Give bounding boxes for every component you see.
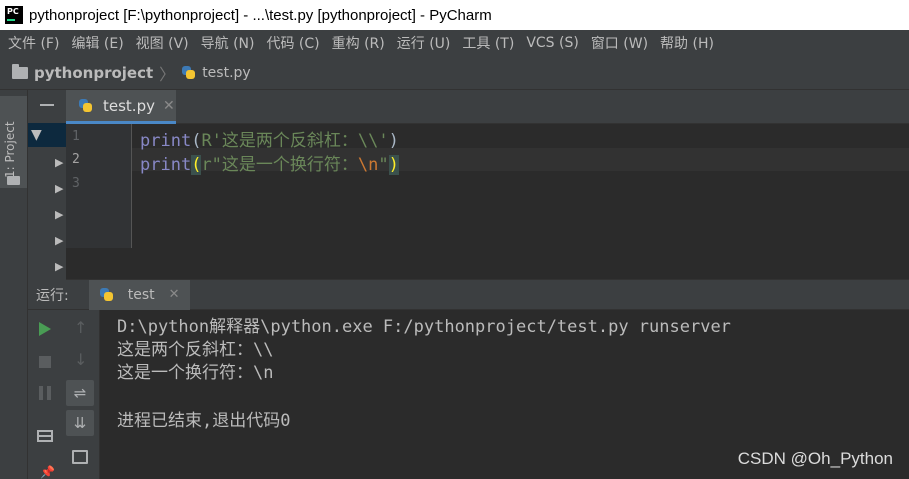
- collapsed-arrow-icon[interactable]: ▶: [55, 260, 63, 273]
- menu-refactor[interactable]: 重构 (R): [326, 33, 391, 53]
- collapsed-arrow-icon[interactable]: ▶: [55, 182, 63, 195]
- expand-arrow-icon[interactable]: ▼: [31, 127, 42, 143]
- scroll-to-end-icon[interactable]: ⇊: [66, 410, 94, 436]
- line-number: 3: [72, 176, 80, 191]
- pycharm-logo-icon: PC: [5, 6, 23, 24]
- window-title: pythonproject [F:\pythonproject] - ...\t…: [29, 6, 492, 24]
- close-icon[interactable]: ✕: [163, 98, 175, 114]
- menu-bar: 文件 (F) 编辑 (E) 视图 (V) 导航 (N) 代码 (C) 重构 (R…: [0, 30, 909, 56]
- collapsed-arrow-icon[interactable]: ▶: [55, 208, 63, 221]
- console-line: D:\python解释器\python.exe F:/pythonproject…: [117, 317, 731, 337]
- line-number: 1: [72, 129, 80, 144]
- minimize-icon[interactable]: [40, 104, 54, 106]
- left-tool-strip: 1: Project: [0, 90, 28, 479]
- code-line-1[interactable]: print(R'这是两个反斜杠：\\'): [140, 126, 399, 151]
- pin-icon[interactable]: 📌: [40, 465, 55, 479]
- menu-tools[interactable]: 工具 (T): [456, 33, 520, 53]
- editor-tab-bar: test.py ✕: [66, 90, 909, 124]
- console-line: 这是两个反斜杠：\\: [117, 340, 274, 360]
- code-line-2[interactable]: print(r"这是一个换行符：\n"): [140, 150, 399, 175]
- chevron-right-icon: 〉: [159, 64, 176, 84]
- menu-vcs[interactable]: VCS (S): [520, 35, 585, 51]
- python-file-icon: [78, 98, 93, 113]
- watermark: CSDN @Oh_Python: [737, 449, 893, 468]
- menu-view[interactable]: 视图 (V): [130, 33, 195, 53]
- window-titlebar: PC pythonproject [F:\pythonproject] - ..…: [0, 0, 909, 30]
- run-tab-label: test: [127, 286, 155, 303]
- menu-run[interactable]: 运行 (U): [391, 33, 457, 53]
- stop-icon[interactable]: [39, 356, 51, 368]
- close-icon[interactable]: ✕: [169, 287, 180, 302]
- project-tool-tab-label: 1: Project: [3, 121, 17, 178]
- folder-icon: [7, 176, 20, 185]
- line-number: 2: [72, 152, 80, 167]
- arrow-up-icon[interactable]: ↑: [74, 318, 87, 337]
- run-label: 运行:: [36, 287, 69, 304]
- breadcrumb-file[interactable]: test.py: [202, 65, 251, 81]
- code-editor[interactable]: print(R'这是两个反斜杠：\\') print(r"这是一个换行符：\n"…: [132, 124, 909, 248]
- collapsed-arrow-icon[interactable]: ▶: [55, 156, 63, 169]
- tab-label: test.py: [103, 96, 155, 115]
- run-toolbar-primary: 📌: [28, 310, 62, 479]
- tab-test-py[interactable]: test.py ✕: [66, 90, 176, 124]
- menu-navigate[interactable]: 导航 (N): [195, 33, 261, 53]
- project-tree: ▼ ▶ ▶ ▶ ▶ ▶: [28, 90, 66, 280]
- breadcrumb: pythonproject 〉 test.py: [0, 56, 909, 90]
- console-line: 进程已结束,退出代码0: [117, 411, 291, 431]
- layout-icon[interactable]: [37, 430, 53, 442]
- run-toolbar-secondary: ↑ ↓ ⇌ ⇊: [62, 310, 100, 479]
- menu-code[interactable]: 代码 (C): [260, 33, 325, 53]
- menu-edit[interactable]: 编辑 (E): [65, 33, 129, 53]
- editor-empty-area: [66, 248, 909, 280]
- pause-icon[interactable]: [39, 386, 51, 400]
- menu-window[interactable]: 窗口 (W): [585, 33, 654, 53]
- soft-wrap-icon[interactable]: ⇌: [66, 380, 94, 406]
- console-line: 这是一个换行符：\n: [117, 363, 274, 383]
- run-tool-header: 运行: test ✕: [28, 279, 909, 310]
- project-tool-tab[interactable]: 1: Project: [0, 96, 27, 188]
- python-run-config-icon: [99, 287, 114, 302]
- breadcrumb-project[interactable]: pythonproject: [34, 64, 153, 82]
- run-tab-test[interactable]: test ✕: [88, 279, 190, 310]
- print-icon[interactable]: [72, 450, 88, 464]
- collapsed-arrow-icon[interactable]: ▶: [55, 234, 63, 247]
- folder-icon: [12, 63, 28, 79]
- python-file-icon: [181, 65, 196, 80]
- editor-gutter: 1 2 3: [66, 124, 132, 248]
- rerun-icon[interactable]: [39, 322, 51, 336]
- arrow-down-icon[interactable]: ↓: [74, 350, 87, 369]
- menu-file[interactable]: 文件 (F): [2, 33, 65, 53]
- menu-help[interactable]: 帮助 (H): [654, 33, 720, 53]
